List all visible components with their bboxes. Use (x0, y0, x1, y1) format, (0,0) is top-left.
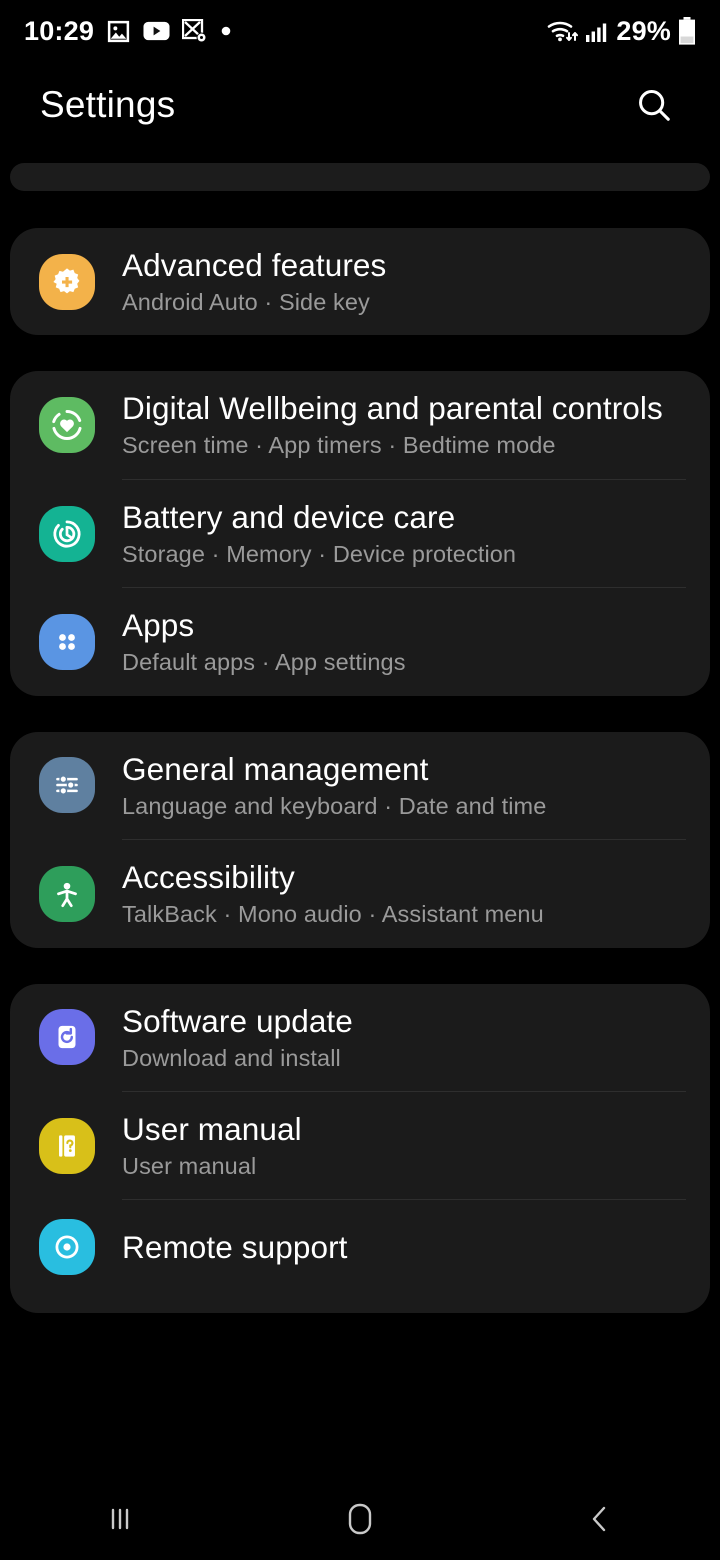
item-text: Digital Wellbeing and parental controls … (122, 389, 673, 460)
item-subtitle: User manual (122, 1153, 257, 1179)
settings-item-remote-support[interactable]: Remote support (10, 1200, 710, 1294)
item-title: Accessibility (122, 859, 295, 896)
item-text: Battery and device care Storage · Memory… (122, 498, 526, 569)
item-title: User manual (122, 1110, 302, 1147)
navigation-bar (0, 1478, 720, 1560)
icon-container (38, 1218, 96, 1276)
item-title: Remote support (122, 1228, 348, 1265)
settings-item-user-manual[interactable]: User manual User manual (10, 1092, 710, 1199)
item-title: Software update (122, 1002, 353, 1039)
item-subtitle: Screen time · App timers · Bedtime mode (122, 432, 556, 459)
four-dots-icon (39, 613, 95, 670)
card-support: Software update Download and install Use… (10, 983, 710, 1313)
icon-container (38, 865, 96, 923)
icon-container (38, 1117, 96, 1175)
settings-item-digital-wellbeing[interactable]: Digital Wellbeing and parental controls … (10, 371, 710, 478)
item-title: General management (122, 750, 429, 787)
icon-container (38, 1008, 96, 1066)
item-text: Advanced features Android Auto · Side ke… (122, 246, 396, 317)
item-title: Digital Wellbeing and parental controls (122, 390, 663, 427)
item-subtitle: Download and install (122, 1044, 341, 1071)
item-text: Remote support (122, 1228, 358, 1267)
title-bar: Settings (0, 62, 720, 148)
item-subtitle: Language and keyboard · Date and time (122, 792, 547, 819)
icon-container (38, 396, 96, 454)
item-title: Battery and device care (122, 498, 456, 535)
book-question-icon (39, 1117, 95, 1174)
back-icon (592, 1506, 606, 1532)
sliders-icon (39, 757, 95, 814)
icon-container (38, 505, 96, 563)
settings-list[interactable]: Advanced features Android Auto · Side ke… (0, 148, 720, 1478)
home-button[interactable] (240, 1478, 480, 1560)
item-title: Apps (122, 607, 195, 644)
recents-button[interactable] (0, 1478, 240, 1560)
status-clock: 10:29 (24, 15, 95, 46)
item-title: Advanced features (122, 247, 387, 283)
item-text: Accessibility TalkBack · Mono audio · As… (122, 858, 554, 929)
icon-container (38, 756, 96, 814)
search-icon (639, 90, 670, 121)
item-subtitle: Android Auto · Side key (122, 289, 370, 316)
youtube-icon (143, 21, 170, 41)
icon-container (38, 613, 96, 671)
signal-icon (586, 23, 607, 42)
software-update-icon (39, 1009, 95, 1066)
scrolled-card-edge (10, 163, 710, 191)
remote-support-icon (39, 1219, 95, 1276)
photo-editor-icon (182, 18, 207, 42)
card-wellbeing: Digital Wellbeing and parental controls … (10, 371, 710, 696)
settings-item-software-update[interactable]: Software update Download and install (10, 984, 710, 1091)
settings-item-accessibility[interactable]: Accessibility TalkBack · Mono audio · As… (10, 840, 710, 947)
icon-container (38, 253, 96, 311)
gallery-icon (107, 20, 130, 42)
dot-icon (221, 26, 231, 36)
status-bar-left: 10:29 (24, 15, 232, 46)
settings-item-apps[interactable]: Apps Default apps · App settings (10, 588, 710, 695)
item-text: General management Language and keyboard… (122, 750, 556, 821)
settings-item-battery-device-care[interactable]: Battery and device care Storage · Memory… (10, 480, 710, 587)
search-button[interactable] (628, 79, 680, 131)
gear-plus-icon (39, 253, 95, 310)
status-bar: 10:29 29% (0, 0, 720, 62)
battery-icon (679, 17, 695, 45)
device-care-icon (39, 505, 95, 562)
back-button[interactable] (480, 1478, 720, 1560)
item-subtitle: Storage · Memory · Device protection (122, 540, 517, 567)
item-subtitle: TalkBack · Mono audio · Assistant menu (122, 901, 544, 928)
item-subtitle: Default apps · App settings (122, 649, 406, 676)
recents-icon (111, 1508, 129, 1530)
home-icon (348, 1503, 372, 1535)
card-general: General management Language and keyboard… (10, 731, 710, 948)
settings-item-advanced-features[interactable]: Advanced features Android Auto · Side ke… (10, 228, 710, 335)
battery-percent-label: 29% (616, 15, 671, 46)
settings-item-general-management[interactable]: General management Language and keyboard… (10, 732, 710, 839)
wifi-icon (548, 21, 579, 42)
item-text: Software update Download and install (122, 1002, 363, 1073)
item-text: User manual User manual (122, 1110, 312, 1181)
heart-circle-icon (39, 397, 95, 454)
settings-screen: 10:29 29% Settings Advanced features And… (0, 0, 720, 1560)
status-bar-right: 29% (546, 16, 696, 47)
accessibility-person-icon (39, 865, 95, 922)
page-title: Settings (40, 84, 176, 125)
item-text: Apps Default apps · App settings (122, 606, 416, 677)
card-advanced: Advanced features Android Auto · Side ke… (10, 228, 710, 336)
